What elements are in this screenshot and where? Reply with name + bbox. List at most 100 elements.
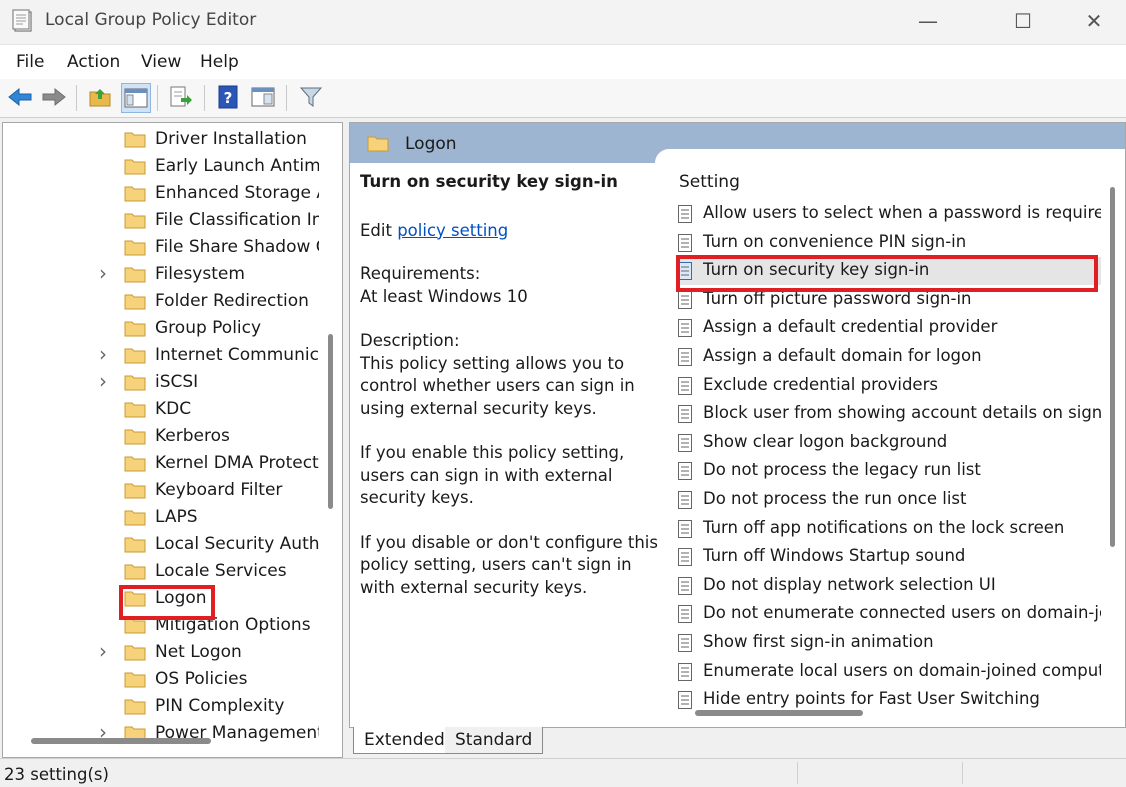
setting-label: Turn off Windows Startup sound [703,546,966,566]
setting-row[interactable]: Do not process the legacy run list [676,457,1101,485]
setting-row[interactable]: Assign a default domain for logon [676,343,1101,371]
chevron-right-icon[interactable]: › [99,639,107,663]
tree-item[interactable]: Enhanced Storage Access [3,180,321,207]
setting-row[interactable]: Allow users to select when a password is… [676,200,1101,228]
setting-row[interactable]: Assign a default credential provider [676,314,1101,342]
chevron-right-icon[interactable]: › [99,369,107,393]
requirements-label: Requirements: [360,264,481,283]
setting-label: Do not process the legacy run list [703,460,981,480]
settings-horizontal-scrollbar[interactable] [695,710,863,716]
back-arrow-icon[interactable] [6,83,34,111]
policy-title: Turn on security key sign-in [360,172,618,191]
forward-arrow-icon[interactable] [40,83,68,111]
policy-setting-icon [678,405,692,424]
filter-icon[interactable] [297,83,325,111]
selected-setting-highlight-box [676,255,1098,292]
tree-item[interactable]: Keyboard Filter [3,477,321,504]
tab-standard[interactable]: Standard [445,727,544,754]
setting-row[interactable]: Do not enumerate connected users on doma… [676,600,1101,628]
tree-item[interactable]: Driver Installation [3,126,321,153]
setting-column-header[interactable]: Setting [679,172,740,192]
setting-row[interactable]: Show first sign-in animation [676,629,1101,657]
show-hide-tree-icon[interactable] [121,83,151,113]
tree-item-label: Filesystem [155,264,245,284]
close-button[interactable]: ✕ [1066,0,1122,44]
tree-vertical-scrollbar[interactable] [328,334,333,509]
policy-setting-icon [678,319,692,338]
setting-row[interactable]: Turn off app notifications on the lock s… [676,515,1101,543]
policy-setting-icon [678,576,692,595]
tree-item[interactable]: Local Security Authority [3,531,321,558]
tree-item[interactable]: Group Policy [3,315,321,342]
tree-item[interactable]: KDC [3,396,321,423]
folder-icon [124,132,146,148]
tree-item[interactable]: File Share Shadow Copy [3,234,321,261]
setting-row[interactable]: Do not display network selection UI [676,572,1101,600]
description-paragraph-3: If you disable or don't configure this p… [360,532,658,597]
setting-row[interactable]: Enumerate local users on domain-joined c… [676,658,1101,686]
tree-item-label: PIN Complexity [155,696,285,716]
tree-item[interactable]: Kerberos [3,423,321,450]
tree-item-label: Kerberos [155,426,230,446]
tree-item[interactable]: › Net Logon [3,639,321,666]
toolbar-separator [286,85,287,111]
setting-row[interactable]: Block user from showing account details … [676,400,1101,428]
tree-horizontal-scrollbar[interactable] [31,738,211,744]
policy-setting-icon [678,205,692,223]
policy-setting-icon [678,433,692,452]
help-icon[interactable]: ? [214,83,242,111]
title-bar: Local Group Policy Editor — ☐ ✕ [0,0,1126,44]
maximize-button[interactable]: ☐ [995,0,1051,44]
tree-item[interactable]: PIN Complexity [3,693,321,720]
edit-line: Edit policy setting [360,220,660,243]
tree-item[interactable]: LAPS [3,504,321,531]
policy-setting-link[interactable]: policy setting [397,221,508,240]
tree-item-label: Enhanced Storage Access [155,183,319,203]
tree-item[interactable]: › Internet Communication [3,342,321,369]
folder-icon [124,456,146,472]
minimize-button[interactable]: — [900,0,956,44]
tree-item[interactable]: Locale Services [3,558,321,585]
menu-view[interactable]: View [141,52,181,72]
policy-setting-icon [678,634,692,652]
tree-item[interactable]: › iSCSI [3,369,321,396]
policy-setting-icon [678,290,692,309]
tree-item[interactable]: › Filesystem [3,261,321,288]
tree-item[interactable]: OS Policies [3,666,321,693]
tree-item[interactable]: File Classification Infrastructure [3,207,321,234]
menu-action[interactable]: Action [67,52,120,72]
folder-icon [124,483,146,499]
tree-item[interactable]: Folder Redirection [3,288,321,315]
tree-item[interactable]: Early Launch Antimalware [3,153,321,180]
folder-icon [124,510,146,526]
tree-pane[interactable]: Driver Installation Early Launch Antimalw… [2,122,343,758]
app-icon [12,9,32,32]
tree-item[interactable]: Kernel DMA Protection [3,450,321,477]
status-text: 23 setting(s) [4,765,109,784]
policy-setting-icon [678,462,692,481]
setting-row[interactable]: Turn on convenience PIN sign-in [676,229,1101,257]
status-divider [797,762,798,784]
setting-row[interactable]: Do not process the run once list [676,486,1101,514]
settings-vertical-scrollbar[interactable] [1110,187,1115,547]
menu-help[interactable]: Help [200,52,239,72]
chevron-right-icon[interactable]: › [99,342,107,366]
policy-setting-icon [678,491,692,509]
setting-row[interactable]: Turn off Windows Startup sound [676,543,1101,571]
tab-extended[interactable]: Extended [353,727,456,754]
tree-item-label: Folder Redirection [155,291,309,311]
setting-row[interactable]: Exclude credential providers [676,372,1101,400]
setting-row[interactable]: Show clear logon background [676,429,1101,457]
edit-prefix: Edit [360,220,398,240]
export-list-icon[interactable] [167,83,195,111]
status-bar: 23 setting(s) [0,758,1126,787]
folder-icon [124,564,146,580]
policy-setting-icon [678,376,692,395]
requirements-value: At least Windows 10 [360,286,528,306]
menu-file[interactable]: File [16,52,44,72]
up-folder-icon[interactable] [86,83,114,111]
policy-setting-icon [678,605,692,624]
chevron-right-icon[interactable]: › [99,261,107,285]
folder-icon [124,537,146,553]
properties-icon[interactable] [249,83,277,111]
